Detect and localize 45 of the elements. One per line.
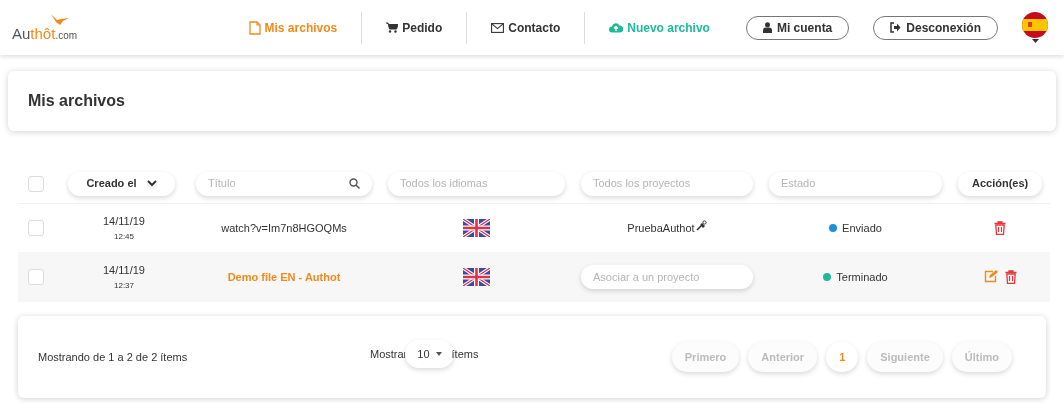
trash-icon[interactable] [994,221,1006,235]
file-title-link[interactable]: Demo file EN - Authot [227,268,341,286]
time-text: 12:45 [114,230,134,243]
edit-icon[interactable] [983,270,999,284]
page-title: Mis archivos [28,91,125,111]
checkbox[interactable] [28,269,44,285]
mail-icon [491,22,505,33]
cart-icon [386,22,399,33]
filter-field[interactable]: Todos los proyectos [581,171,753,196]
uk-flag-icon [463,268,490,286]
search-icon [349,178,360,189]
filter-field[interactable]: Todos los idiomas [388,171,565,196]
time-text: 12:37 [114,279,134,292]
nav-link[interactable]: Mis archivos [224,10,362,45]
checkbox[interactable] [28,220,44,236]
caret-icon [435,352,442,356]
page-size-label: ítems [451,346,479,362]
pagination-button[interactable]: 1 [826,342,859,372]
page-size-label: Mostrar [370,346,408,362]
date-text: 14/11/19 [103,263,145,279]
logo[interactable]: Authôt.com [12,12,80,45]
project-name: PruebaAuthot [627,220,695,236]
status-text: Terminado [836,269,888,285]
sort-dropdown[interactable]: Creado el [68,171,175,196]
user-icon [762,22,772,33]
search-field[interactable]: Título [196,171,372,196]
file-icon [248,20,261,35]
logout-icon [890,22,902,33]
uk-flag-icon [463,219,490,237]
cloud-upload-icon [609,22,624,33]
results-summary: Mostrando de 1 a 2 de 2 ítems [38,349,189,365]
project-field[interactable]: Asociar a un proyecto [581,265,753,289]
date-text: 14/11/19 [103,214,145,230]
filter-field[interactable]: Estado [769,171,942,196]
column-header: Acción(es) [958,171,1043,196]
trash-icon[interactable] [1004,270,1017,284]
checkbox[interactable] [28,175,44,192]
spain-flag-icon [1022,12,1048,38]
file-title: watch?v=Im7n8HGOQMs [221,220,347,236]
chevron-down-icon [146,180,157,187]
nav-link[interactable]: Contacto [467,10,585,45]
status-text: Enviado [842,220,882,236]
upload-link[interactable]: Nuevo archivo [585,10,734,45]
nav-link[interactable]: Pedido [362,10,467,45]
language-selector[interactable] [1022,12,1048,43]
